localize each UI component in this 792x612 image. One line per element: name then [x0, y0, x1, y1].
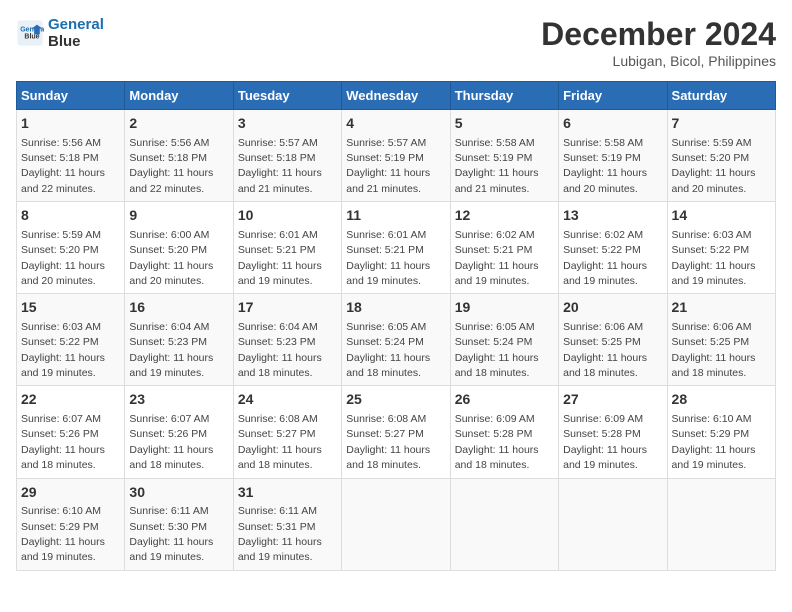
table-row: 8Sunrise: 5:59 AM Sunset: 5:20 PM Daylig…: [17, 202, 125, 294]
table-row: 6Sunrise: 5:58 AM Sunset: 5:19 PM Daylig…: [559, 110, 667, 202]
location: Lubigan, Bicol, Philippines: [541, 53, 776, 69]
table-row: [342, 478, 450, 570]
header-wednesday: Wednesday: [342, 82, 450, 110]
table-row: 7Sunrise: 5:59 AM Sunset: 5:20 PM Daylig…: [667, 110, 775, 202]
page-header: General Blue General Blue December 2024 …: [16, 16, 776, 69]
table-row: 27Sunrise: 6:09 AM Sunset: 5:28 PM Dayli…: [559, 386, 667, 478]
table-row: [450, 478, 558, 570]
calendar-week-3: 22Sunrise: 6:07 AM Sunset: 5:26 PM Dayli…: [17, 386, 776, 478]
table-row: 20Sunrise: 6:06 AM Sunset: 5:25 PM Dayli…: [559, 294, 667, 386]
table-row: 24Sunrise: 6:08 AM Sunset: 5:27 PM Dayli…: [233, 386, 341, 478]
calendar-week-0: 1Sunrise: 5:56 AM Sunset: 5:18 PM Daylig…: [17, 110, 776, 202]
table-row: 13Sunrise: 6:02 AM Sunset: 5:22 PM Dayli…: [559, 202, 667, 294]
header-saturday: Saturday: [667, 82, 775, 110]
calendar-table: Sunday Monday Tuesday Wednesday Thursday…: [16, 81, 776, 571]
table-row: 26Sunrise: 6:09 AM Sunset: 5:28 PM Dayli…: [450, 386, 558, 478]
table-row: 19Sunrise: 6:05 AM Sunset: 5:24 PM Dayli…: [450, 294, 558, 386]
header-tuesday: Tuesday: [233, 82, 341, 110]
logo: General Blue General Blue: [16, 16, 104, 50]
table-row: 28Sunrise: 6:10 AM Sunset: 5:29 PM Dayli…: [667, 386, 775, 478]
table-row: 16Sunrise: 6:04 AM Sunset: 5:23 PM Dayli…: [125, 294, 233, 386]
table-row: 15Sunrise: 6:03 AM Sunset: 5:22 PM Dayli…: [17, 294, 125, 386]
table-row: 25Sunrise: 6:08 AM Sunset: 5:27 PM Dayli…: [342, 386, 450, 478]
header-thursday: Thursday: [450, 82, 558, 110]
table-row: 9Sunrise: 6:00 AM Sunset: 5:20 PM Daylig…: [125, 202, 233, 294]
calendar-week-4: 29Sunrise: 6:10 AM Sunset: 5:29 PM Dayli…: [17, 478, 776, 570]
header-monday: Monday: [125, 82, 233, 110]
table-row: 31Sunrise: 6:11 AM Sunset: 5:31 PM Dayli…: [233, 478, 341, 570]
calendar-week-1: 8Sunrise: 5:59 AM Sunset: 5:20 PM Daylig…: [17, 202, 776, 294]
logo-text: General Blue: [48, 16, 104, 50]
calendar-week-2: 15Sunrise: 6:03 AM Sunset: 5:22 PM Dayli…: [17, 294, 776, 386]
table-row: 11Sunrise: 6:01 AM Sunset: 5:21 PM Dayli…: [342, 202, 450, 294]
table-row: 30Sunrise: 6:11 AM Sunset: 5:30 PM Dayli…: [125, 478, 233, 570]
title-block: December 2024 Lubigan, Bicol, Philippine…: [541, 16, 776, 69]
table-row: 14Sunrise: 6:03 AM Sunset: 5:22 PM Dayli…: [667, 202, 775, 294]
table-row: 10Sunrise: 6:01 AM Sunset: 5:21 PM Dayli…: [233, 202, 341, 294]
table-row: 5Sunrise: 5:58 AM Sunset: 5:19 PM Daylig…: [450, 110, 558, 202]
table-row: [559, 478, 667, 570]
header-sunday: Sunday: [17, 82, 125, 110]
table-row: 29Sunrise: 6:10 AM Sunset: 5:29 PM Dayli…: [17, 478, 125, 570]
logo-icon: General Blue: [16, 19, 44, 47]
table-row: 22Sunrise: 6:07 AM Sunset: 5:26 PM Dayli…: [17, 386, 125, 478]
table-row: 12Sunrise: 6:02 AM Sunset: 5:21 PM Dayli…: [450, 202, 558, 294]
table-row: 23Sunrise: 6:07 AM Sunset: 5:26 PM Dayli…: [125, 386, 233, 478]
table-row: 4Sunrise: 5:57 AM Sunset: 5:19 PM Daylig…: [342, 110, 450, 202]
table-row: [667, 478, 775, 570]
header-friday: Friday: [559, 82, 667, 110]
month-year: December 2024: [541, 16, 776, 53]
svg-text:Blue: Blue: [24, 34, 39, 41]
table-row: 17Sunrise: 6:04 AM Sunset: 5:23 PM Dayli…: [233, 294, 341, 386]
table-row: 3Sunrise: 5:57 AM Sunset: 5:18 PM Daylig…: [233, 110, 341, 202]
calendar-header-row: Sunday Monday Tuesday Wednesday Thursday…: [17, 82, 776, 110]
table-row: 18Sunrise: 6:05 AM Sunset: 5:24 PM Dayli…: [342, 294, 450, 386]
table-row: 21Sunrise: 6:06 AM Sunset: 5:25 PM Dayli…: [667, 294, 775, 386]
table-row: 2Sunrise: 5:56 AM Sunset: 5:18 PM Daylig…: [125, 110, 233, 202]
table-row: 1Sunrise: 5:56 AM Sunset: 5:18 PM Daylig…: [17, 110, 125, 202]
